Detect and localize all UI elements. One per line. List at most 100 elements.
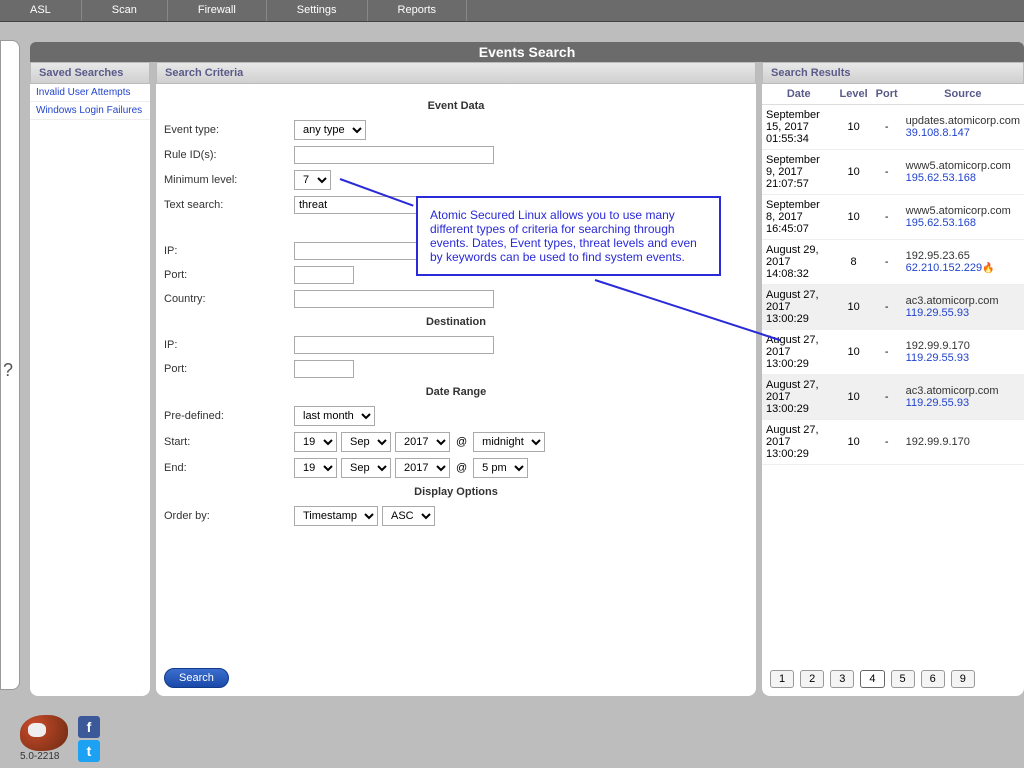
page-3[interactable]: 3: [830, 670, 854, 688]
source-ip-link[interactable]: 119.29.55.93: [906, 307, 1020, 319]
cell-port: -: [872, 195, 902, 240]
nav-asl[interactable]: ASL: [0, 0, 82, 21]
label-at: @: [456, 462, 467, 474]
saved-search-item[interactable]: Invalid User Attempts: [30, 84, 150, 102]
page-9[interactable]: 9: [951, 670, 975, 688]
nav-reports[interactable]: Reports: [368, 0, 468, 21]
order-field-select[interactable]: Timestamp: [294, 506, 378, 526]
dest-port-input[interactable]: [294, 360, 354, 378]
section-destination: Destination: [164, 316, 748, 328]
table-row[interactable]: August 27, 2017 13:00:2910-ac3.atomicorp…: [762, 285, 1024, 330]
label-at: @: [456, 436, 467, 448]
cell-source: ac3.atomicorp.com119.29.55.93: [902, 285, 1024, 330]
cell-source: 192.95.23.6562.210.152.229🔥: [902, 240, 1024, 285]
tooltip-callout: Atomic Secured Linux allows you to use m…: [416, 196, 721, 276]
cell-source: updates.atomicorp.com39.108.8.147: [902, 105, 1024, 150]
source-ip-link[interactable]: 62.210.152.229🔥: [906, 262, 1020, 274]
label-start: Start:: [164, 436, 294, 448]
cell-port: -: [872, 150, 902, 195]
page-4[interactable]: 4: [860, 670, 884, 688]
source-ip-link[interactable]: 195.62.53.168: [906, 217, 1020, 229]
dest-ip-input[interactable]: [294, 336, 494, 354]
table-row[interactable]: August 27, 2017 13:00:2910-192.99.9.170: [762, 420, 1024, 465]
source-port-input[interactable]: [294, 266, 354, 284]
cell-level: 8: [836, 240, 872, 285]
min-level-select[interactable]: 7: [294, 170, 331, 190]
page-6[interactable]: 6: [921, 670, 945, 688]
table-row[interactable]: August 27, 2017 13:00:2910-192.99.9.1701…: [762, 330, 1024, 375]
nav-scan[interactable]: Scan: [82, 0, 168, 21]
pagination: 1234569: [770, 670, 975, 688]
source-ip-link[interactable]: 195.62.53.168: [906, 172, 1020, 184]
label-dest-ip: IP:: [164, 339, 294, 351]
end-month-select[interactable]: Sep: [341, 458, 391, 478]
source-ip-link[interactable]: 119.29.55.93: [906, 352, 1020, 364]
version-label: 5.0-2218: [20, 751, 68, 762]
cell-level: 10: [836, 375, 872, 420]
results-table: Date Level Port Source September 15, 201…: [762, 84, 1024, 465]
label-min-level: Minimum level:: [164, 174, 294, 186]
col-source[interactable]: Source: [902, 84, 1024, 105]
cell-port: -: [872, 240, 902, 285]
event-type-select[interactable]: any type: [294, 120, 366, 140]
cell-level: 10: [836, 195, 872, 240]
start-time-select[interactable]: midnight: [473, 432, 545, 452]
page-2[interactable]: 2: [800, 670, 824, 688]
section-date-range: Date Range: [164, 386, 748, 398]
footer: 5.0-2218 f t: [20, 715, 100, 762]
start-year-select[interactable]: 2017: [395, 432, 450, 452]
cell-port: -: [872, 285, 902, 330]
predefined-select[interactable]: last month: [294, 406, 375, 426]
start-month-select[interactable]: Sep: [341, 432, 391, 452]
cell-date: August 27, 2017 13:00:29: [762, 285, 836, 330]
cell-level: 10: [836, 105, 872, 150]
col-level[interactable]: Level: [836, 84, 872, 105]
label-rule-ids: Rule ID(s):: [164, 149, 294, 161]
table-row[interactable]: August 29, 2017 14:08:328-192.95.23.6562…: [762, 240, 1024, 285]
table-row[interactable]: September 15, 2017 01:55:3410-updates.at…: [762, 105, 1024, 150]
source-ip-link[interactable]: 119.29.55.93: [906, 397, 1020, 409]
saved-search-item[interactable]: Windows Login Failures: [30, 102, 150, 120]
country-input[interactable]: [294, 290, 494, 308]
start-day-select[interactable]: 19: [294, 432, 337, 452]
search-results-panel: Search Results Date Level Port Source Se…: [762, 62, 1024, 696]
label-end: End:: [164, 462, 294, 474]
saved-searches-panel: Saved Searches Invalid User Attempts Win…: [30, 62, 150, 696]
cell-date: September 8, 2017 16:45:07: [762, 195, 836, 240]
source-ip-link[interactable]: 39.108.8.147: [906, 127, 1020, 139]
cell-source: ac3.atomicorp.com119.29.55.93: [902, 375, 1024, 420]
table-row[interactable]: September 8, 2017 16:45:0710-www5.atomic…: [762, 195, 1024, 240]
col-date[interactable]: Date: [762, 84, 836, 105]
label-source-port: Port:: [164, 269, 294, 281]
section-display-options: Display Options: [164, 486, 748, 498]
col-port[interactable]: Port: [872, 84, 902, 105]
page-5[interactable]: 5: [891, 670, 915, 688]
mascot-icon: [20, 715, 68, 751]
end-year-select[interactable]: 2017: [395, 458, 450, 478]
end-day-select[interactable]: 19: [294, 458, 337, 478]
cell-date: August 27, 2017 13:00:29: [762, 375, 836, 420]
cell-level: 10: [836, 285, 872, 330]
facebook-icon[interactable]: f: [78, 716, 100, 738]
end-time-select[interactable]: 5 pm: [473, 458, 528, 478]
search-criteria-header: Search Criteria: [156, 62, 756, 84]
twitter-icon[interactable]: t: [78, 740, 100, 762]
help-button[interactable]: ?: [3, 360, 13, 381]
cell-level: 10: [836, 150, 872, 195]
page-1[interactable]: 1: [770, 670, 794, 688]
cell-source: www5.atomicorp.com195.62.53.168: [902, 195, 1024, 240]
table-row[interactable]: August 27, 2017 13:00:2910-ac3.atomicorp…: [762, 375, 1024, 420]
cell-date: September 9, 2017 21:07:57: [762, 150, 836, 195]
cell-port: -: [872, 330, 902, 375]
table-row[interactable]: September 9, 2017 21:07:5710-www5.atomic…: [762, 150, 1024, 195]
section-event-data: Event Data: [164, 100, 748, 112]
nav-firewall[interactable]: Firewall: [168, 0, 267, 21]
cell-date: August 27, 2017 13:00:29: [762, 420, 836, 465]
cell-level: 10: [836, 330, 872, 375]
label-dest-port: Port:: [164, 363, 294, 375]
rule-ids-input[interactable]: [294, 146, 494, 164]
nav-settings[interactable]: Settings: [267, 0, 368, 21]
order-dir-select[interactable]: ASC: [382, 506, 435, 526]
search-button[interactable]: Search: [164, 668, 229, 688]
saved-searches-header: Saved Searches: [30, 62, 150, 84]
